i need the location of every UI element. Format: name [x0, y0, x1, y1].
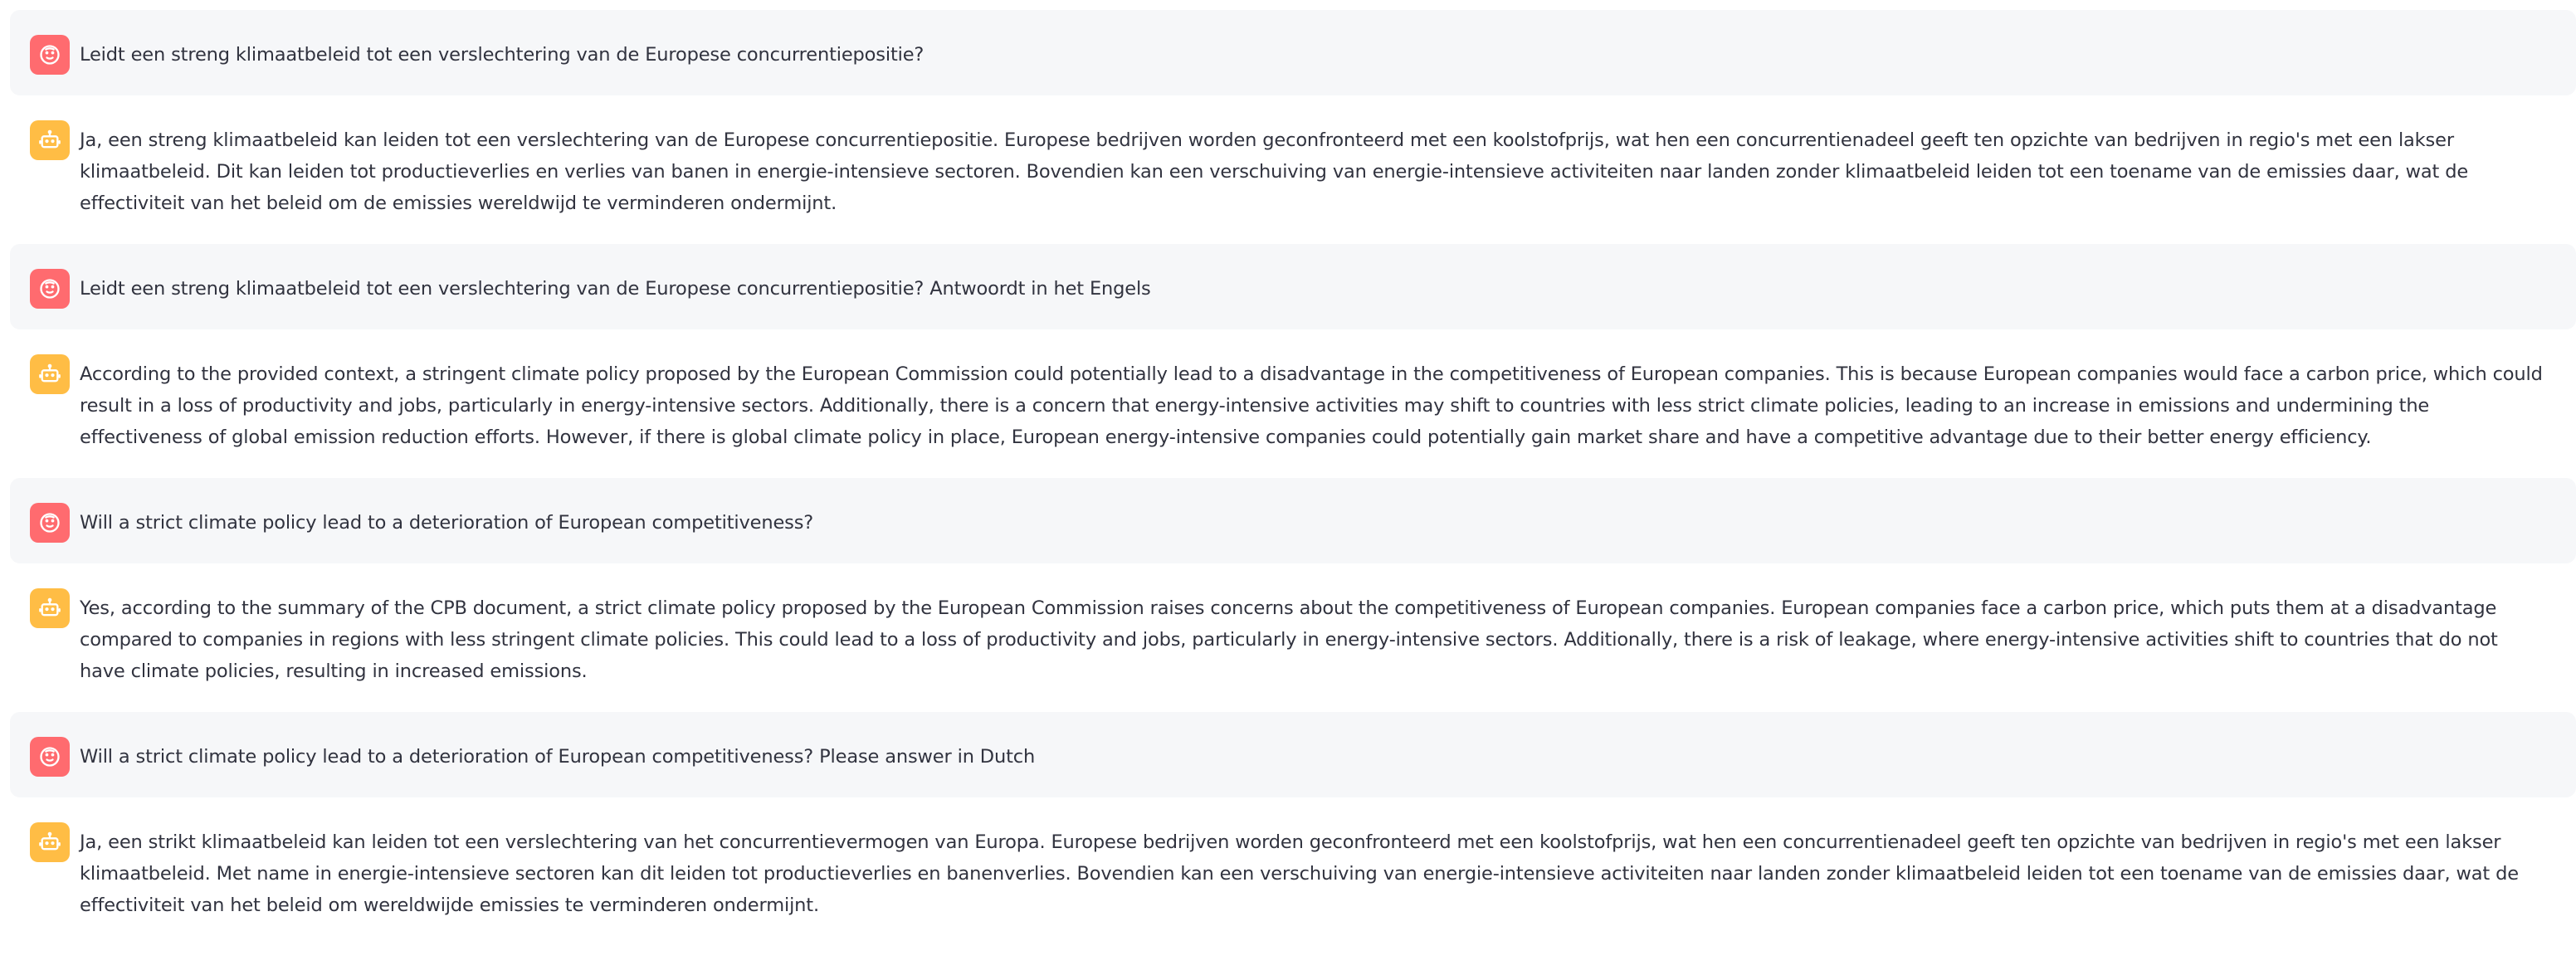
message-text: Ja, een strikt klimaatbeleid kan leiden … — [80, 831, 2519, 916]
chat-history: Leidt een streng klimaatbeleid tot een v… — [10, 10, 2576, 946]
robot-icon — [30, 588, 70, 628]
robot-icon — [30, 822, 70, 862]
user-face-icon — [30, 737, 70, 777]
chat-message-assistant: According to the provided context, a str… — [10, 329, 2576, 478]
message-text: Leidt een streng klimaatbeleid tot een v… — [80, 44, 925, 66]
chat-message-user: Leidt een streng klimaatbeleid tot een v… — [10, 10, 2576, 95]
chat-message-user: Will a strict climate policy lead to a d… — [10, 478, 2576, 563]
chat-message-user: Will a strict climate policy lead to a d… — [10, 712, 2576, 797]
user-face-icon — [30, 35, 70, 75]
message-text: Ja, een streng klimaatbeleid kan leiden … — [80, 129, 2469, 214]
user-face-icon — [30, 269, 70, 309]
message-text: According to the provided context, a str… — [80, 363, 2543, 448]
user-face-icon — [30, 503, 70, 543]
message-text: Will a strict climate policy lead to a d… — [80, 746, 1036, 768]
message-text: Leidt een streng klimaatbeleid tot een v… — [80, 278, 1151, 300]
chat-message-user: Leidt een streng klimaatbeleid tot een v… — [10, 244, 2576, 329]
robot-icon — [30, 354, 70, 394]
chat-message-assistant: Ja, een streng klimaatbeleid kan leiden … — [10, 95, 2576, 244]
message-text: Yes, according to the summary of the CPB… — [80, 597, 2498, 682]
robot-icon — [30, 120, 70, 160]
chat-message-assistant: Yes, according to the summary of the CPB… — [10, 563, 2576, 712]
message-text: Will a strict climate policy lead to a d… — [80, 512, 814, 534]
chat-message-assistant: Ja, een strikt klimaatbeleid kan leiden … — [10, 797, 2576, 946]
